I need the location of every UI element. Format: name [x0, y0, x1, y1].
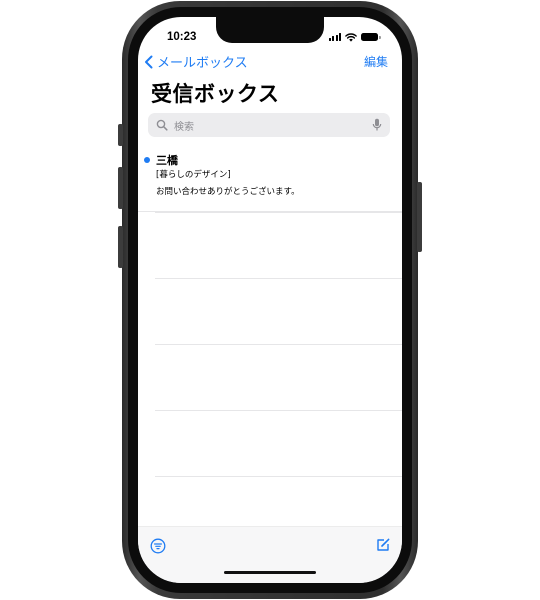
notch	[216, 17, 324, 43]
search-placeholder: 検索	[174, 121, 194, 133]
compose-icon[interactable]	[375, 537, 391, 553]
unread-indicator	[144, 157, 150, 163]
page-title: 受信ボックス	[151, 82, 280, 106]
status-icons	[328, 32, 381, 42]
volume-down-button	[118, 226, 123, 268]
edit-button[interactable]: 編集	[364, 53, 388, 70]
battery-icon	[361, 33, 381, 41]
phone-screen: 10:23 メールボックス 編集 受信ボックス 検索 三橋 [暮らしのデザイン]…	[138, 17, 402, 583]
volume-up-button	[118, 167, 123, 209]
list-divider	[155, 476, 402, 477]
filter-icon[interactable]	[150, 538, 166, 554]
mail-sender: 三橋	[156, 154, 178, 167]
chevron-left-icon	[145, 55, 153, 68]
mic-icon[interactable]	[372, 118, 382, 132]
list-divider	[155, 212, 402, 213]
list-divider	[155, 344, 402, 345]
mail-subject: [暮らしのデザイン]	[156, 170, 231, 180]
power-button	[417, 182, 422, 252]
wifi-icon	[345, 32, 357, 42]
list-divider	[155, 278, 402, 279]
back-to-mailboxes-button[interactable]: メールボックス	[144, 52, 248, 71]
home-indicator[interactable]	[224, 571, 316, 574]
search-field[interactable]: 検索	[148, 113, 390, 137]
status-time: 10:23	[167, 31, 197, 43]
back-button-label: メールボックス	[157, 56, 248, 71]
mail-preview: お問い合わせありがとうございます。	[156, 187, 300, 197]
silent-switch	[118, 124, 123, 146]
mail-list: 三橋 [暮らしのデザイン] お問い合わせありがとうございます。	[138, 147, 402, 212]
list-divider	[155, 410, 402, 411]
search-icon	[156, 119, 168, 131]
bottom-toolbar	[138, 526, 402, 583]
mail-list-item[interactable]: 三橋 [暮らしのデザイン] お問い合わせありがとうございます。	[138, 147, 402, 212]
signal-icon	[328, 33, 341, 41]
